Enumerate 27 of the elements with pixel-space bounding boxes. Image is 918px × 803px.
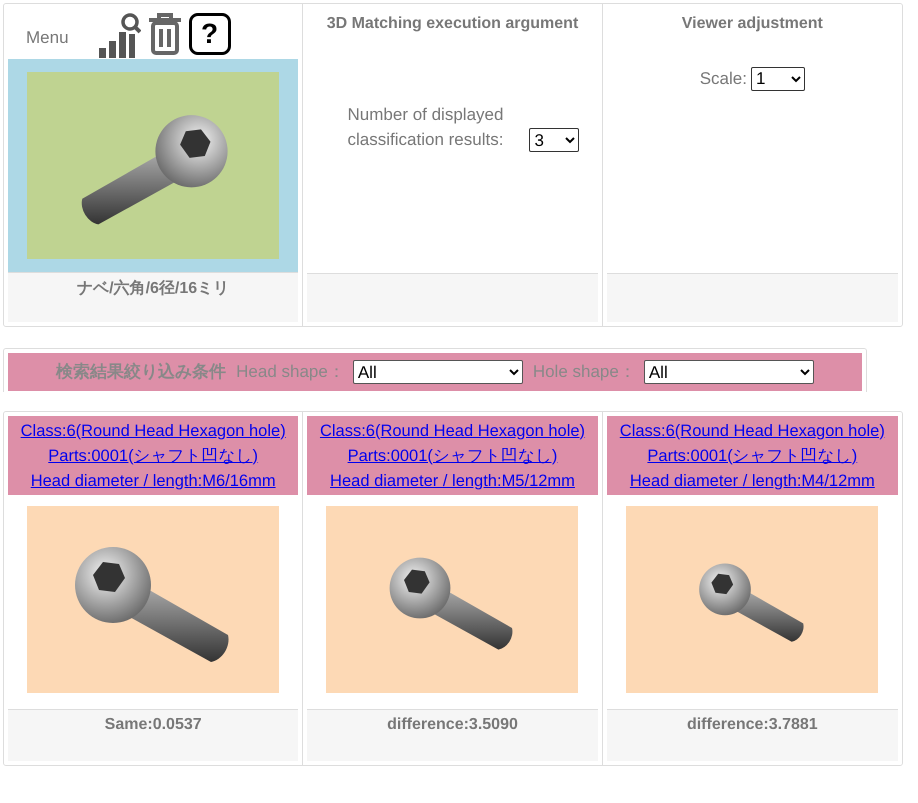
help-button[interactable]: ? <box>188 12 231 54</box>
result-link[interactable]: Head diameter / length:M5/12mm <box>330 468 575 492</box>
menu-label[interactable]: Menu <box>26 24 69 50</box>
filter-dropdown[interactable]: All <box>352 360 523 384</box>
result-link[interactable]: Parts:0001(シャフト凹なし) <box>348 444 558 468</box>
result-link[interactable]: Class:6(Round Head Hexagon hole) <box>320 418 586 442</box>
score-label: difference:3.5090 <box>387 715 518 735</box>
result-link[interactable]: Head diameter / length:M4/12mm <box>630 468 875 492</box>
result-link[interactable]: Parts:0001(シャフト凹なし) <box>647 444 858 468</box>
trash-icon[interactable] <box>146 12 183 56</box>
result-link[interactable]: Head diameter / length:M6/16mm <box>30 468 276 492</box>
score-label: difference:3.7881 <box>686 715 818 735</box>
field-label: Hole shape： <box>532 361 636 384</box>
score-label: Same:0.0537 <box>104 715 202 735</box>
shape-caption: ナベ/六角/6径/16ミリ <box>77 278 230 299</box>
field-label: Number of displayed classification results: <box>346 104 504 151</box>
filter-title: 検索結果絞り込み条件 <box>56 361 226 384</box>
field-label: Head shape： <box>236 361 345 384</box>
result-link[interactable]: Parts:0001(シャフト凹なし) <box>48 444 258 468</box>
filter-dropdown[interactable]: All <box>644 360 814 384</box>
panel-title: Viewer adjustment <box>682 14 823 34</box>
results-count-dropdown[interactable]: 3 <box>529 128 580 152</box>
result-link[interactable]: Class:6(Round Head Hexagon hole) <box>620 418 885 442</box>
field-label: Scale: <box>700 68 747 90</box>
scale-dropdown[interactable]: 1 <box>750 66 805 91</box>
result-link[interactable]: Class:6(Round Head Hexagon hole) <box>20 418 286 442</box>
panel-title: 3D Matching execution argument <box>326 14 578 34</box>
